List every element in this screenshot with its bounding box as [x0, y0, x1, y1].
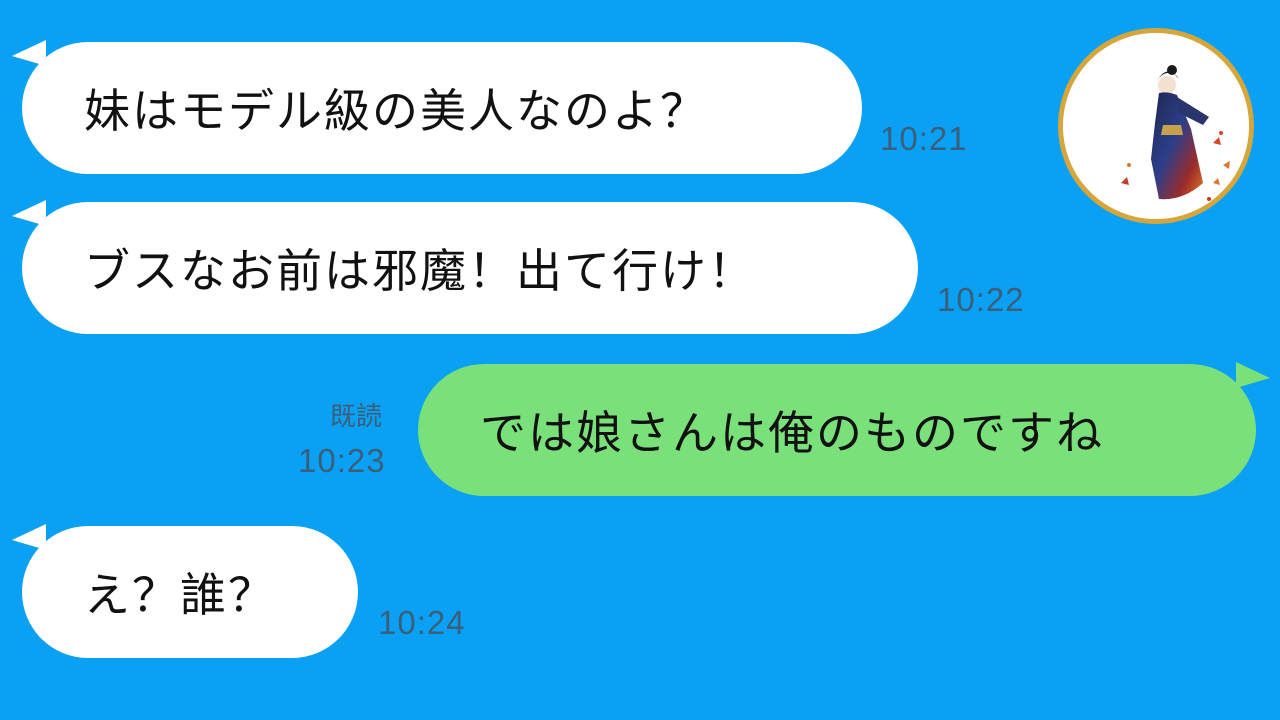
message-bubble-incoming[interactable]: 妹はモデル級の美人なのよ？ — [22, 42, 862, 174]
message-bubble-incoming[interactable]: え？誰？ — [22, 526, 358, 658]
message-text: ブスなお前は邪魔！出て行け！ — [84, 244, 756, 298]
message-timestamp: 10:22 — [937, 281, 1025, 318]
bubble-tail — [1236, 362, 1270, 388]
message-text: 妹はモデル級の美人なのよ？ — [84, 84, 708, 138]
read-receipt: 既読 — [330, 402, 383, 432]
message-timestamp: 10:23 — [298, 442, 386, 479]
message-bubble-outgoing[interactable]: では娘さんは俺のものですね — [418, 364, 1256, 496]
crescent-moon-kimono-woman-avatar-icon — [1063, 33, 1249, 219]
message-text: では娘さんは俺のものですね — [480, 406, 1104, 460]
message-timestamp: 10:21 — [880, 120, 968, 157]
contact-avatar[interactable] — [1058, 28, 1254, 224]
message-text: え？誰？ — [84, 568, 276, 622]
message-timestamp: 10:24 — [378, 604, 466, 641]
message-bubble-incoming[interactable]: ブスなお前は邪魔！出て行け！ — [22, 202, 918, 334]
